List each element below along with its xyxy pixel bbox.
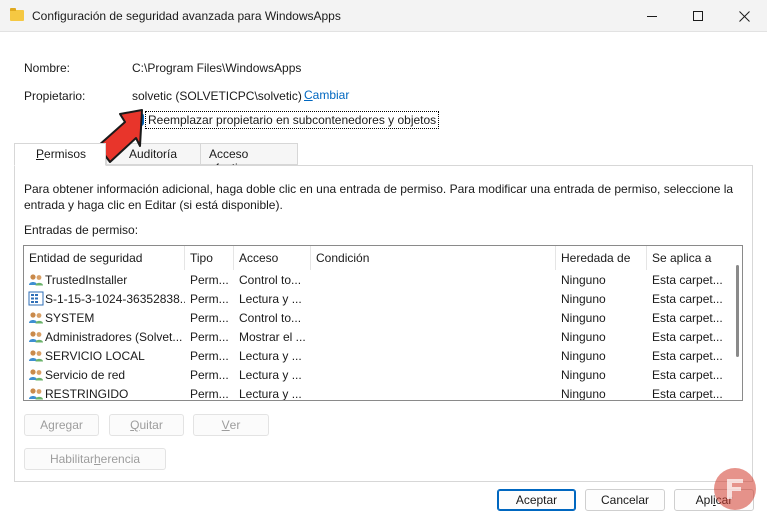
cell-condition bbox=[316, 270, 551, 289]
users-icon bbox=[28, 348, 44, 363]
cell-condition bbox=[316, 308, 551, 327]
cell-applies: Esta carpet... bbox=[652, 387, 722, 401]
table-row[interactable]: Administradores (Solvet... Perm... Mostrar… bbox=[24, 327, 724, 346]
cell-type: Perm... bbox=[190, 292, 229, 306]
info-text: Para obtener información adicional, haga… bbox=[24, 182, 734, 212]
cell-inherited: Ninguno bbox=[561, 387, 606, 401]
minimize-icon bbox=[647, 15, 657, 17]
table-row[interactable]: Servicio de red Perm... Lectura y ... Ningu… bbox=[24, 365, 724, 384]
view-button[interactable]: Ver bbox=[193, 414, 269, 436]
sid-icon bbox=[28, 291, 44, 306]
cell-applies: Esta carpet... bbox=[652, 292, 722, 306]
close-icon bbox=[738, 10, 750, 22]
cell-condition bbox=[316, 346, 551, 365]
cell-condition bbox=[316, 365, 551, 384]
column-applies[interactable]: Se aplica a bbox=[647, 246, 742, 270]
cell-access: Lectura y ... bbox=[239, 368, 302, 382]
cell-applies: Esta carpet... bbox=[652, 273, 722, 287]
table-row[interactable]: TrustedInstaller Perm... Control to... Ning… bbox=[24, 270, 724, 289]
table-row[interactable]: S-1-15-3-1024-36352838... Perm... Lectura … bbox=[24, 289, 724, 308]
entries-label: Entradas de permiso: bbox=[24, 223, 139, 237]
ok-button[interactable]: Aceptar bbox=[497, 489, 576, 511]
cell-entity: Administradores (Solvet... bbox=[45, 330, 183, 344]
users-icon bbox=[28, 367, 44, 382]
cell-entity: Servicio de red bbox=[45, 368, 126, 382]
cell-applies: Esta carpet... bbox=[652, 368, 722, 382]
cell-entity: SERVICIO LOCAL bbox=[45, 349, 145, 363]
permission-list[interactable]: Entidad de seguridad Tipo Acceso Condici… bbox=[23, 245, 743, 401]
remove-button[interactable]: Quitar bbox=[109, 414, 184, 436]
cell-access: Control to... bbox=[239, 273, 302, 287]
cell-access: Lectura y ... bbox=[239, 349, 302, 363]
cell-access: Mostrar el ... bbox=[239, 330, 306, 344]
cell-inherited: Ninguno bbox=[561, 368, 606, 382]
cell-condition bbox=[316, 384, 551, 400]
folder-icon bbox=[10, 8, 24, 21]
cell-entity: S-1-15-3-1024-36352838... bbox=[45, 292, 185, 306]
cell-access: Lectura y ... bbox=[239, 387, 302, 401]
cell-entity: RESTRINGIDO bbox=[45, 387, 129, 401]
tab-acceso-efectivo[interactable]: Acceso efectivo bbox=[200, 143, 298, 175]
column-inherited[interactable]: Heredada de bbox=[556, 246, 647, 270]
cell-applies: Esta carpet... bbox=[652, 349, 722, 363]
users-icon bbox=[28, 310, 44, 325]
minimize-button[interactable] bbox=[629, 0, 675, 32]
cell-type: Perm... bbox=[190, 368, 229, 382]
column-type[interactable]: Tipo bbox=[185, 246, 234, 270]
name-label: Nombre: bbox=[24, 61, 71, 75]
column-access[interactable]: Acceso bbox=[234, 246, 311, 270]
add-button[interactable]: Ag regar bbox=[24, 414, 99, 436]
cell-applies: Esta carpet... bbox=[652, 311, 722, 325]
cell-type: Perm... bbox=[190, 349, 229, 363]
replace-owner-label[interactable]: Reemplazar propietario en subcontenedore… bbox=[145, 111, 440, 129]
cell-type: Perm... bbox=[190, 273, 229, 287]
users-icon bbox=[28, 386, 44, 400]
cell-entity: SYSTEM bbox=[45, 311, 95, 325]
name-value: C:\Program Files\WindowsApps bbox=[132, 61, 302, 75]
maximize-icon bbox=[693, 11, 703, 21]
close-button[interactable] bbox=[721, 0, 767, 32]
users-icon bbox=[28, 272, 44, 287]
tab-permisos[interactable]: Permisos bbox=[14, 143, 106, 166]
window-title: Configuración de seguridad avanzada para… bbox=[32, 9, 341, 23]
cell-inherited: Ninguno bbox=[561, 349, 606, 363]
cell-inherited: Ninguno bbox=[561, 273, 606, 287]
cell-condition bbox=[316, 289, 551, 308]
cell-access: Lectura y ... bbox=[239, 292, 302, 306]
table-row[interactable]: SERVICIO LOCAL Perm... Lectura y ... Ningun… bbox=[24, 346, 724, 365]
enable-inheritance-button[interactable]: Habilitar h erencia bbox=[24, 448, 166, 470]
cell-type: Perm... bbox=[190, 387, 229, 401]
vertical-scrollbar[interactable] bbox=[736, 265, 739, 357]
column-condition[interactable]: Condición bbox=[311, 246, 556, 270]
cell-inherited: Ninguno bbox=[561, 330, 606, 344]
column-entity[interactable]: Entidad de seguridad bbox=[24, 246, 185, 270]
cell-condition bbox=[316, 327, 551, 346]
maximize-button[interactable] bbox=[675, 0, 721, 32]
cancel-button[interactable]: Cancelar bbox=[585, 489, 665, 511]
owner-label: Propietario: bbox=[24, 89, 86, 103]
watermark-logo-icon bbox=[714, 468, 756, 510]
users-icon bbox=[28, 329, 44, 344]
cell-type: Perm... bbox=[190, 311, 229, 325]
table-row[interactable]: SYSTEM Perm... Control to... Ninguno Esta ca… bbox=[24, 308, 724, 327]
owner-value: solvetic (SOLVETICPC\solvetic) bbox=[132, 89, 302, 103]
cell-applies: Esta carpet... bbox=[652, 330, 722, 344]
cell-inherited: Ninguno bbox=[561, 311, 606, 325]
cell-access: Control to... bbox=[239, 311, 302, 325]
list-header: Entidad de seguridad Tipo Acceso Condici… bbox=[24, 246, 742, 270]
cell-inherited: Ninguno bbox=[561, 292, 606, 306]
title-bar: Configuración de seguridad avanzada para… bbox=[0, 0, 767, 32]
table-row[interactable]: RESTRINGIDO Perm... Lectura y ... Ninguno Es… bbox=[24, 384, 724, 401]
cell-entity: TrustedInstaller bbox=[45, 273, 128, 287]
cell-type: Perm... bbox=[190, 330, 229, 344]
change-owner-link[interactable]: Cambiar bbox=[304, 88, 349, 102]
